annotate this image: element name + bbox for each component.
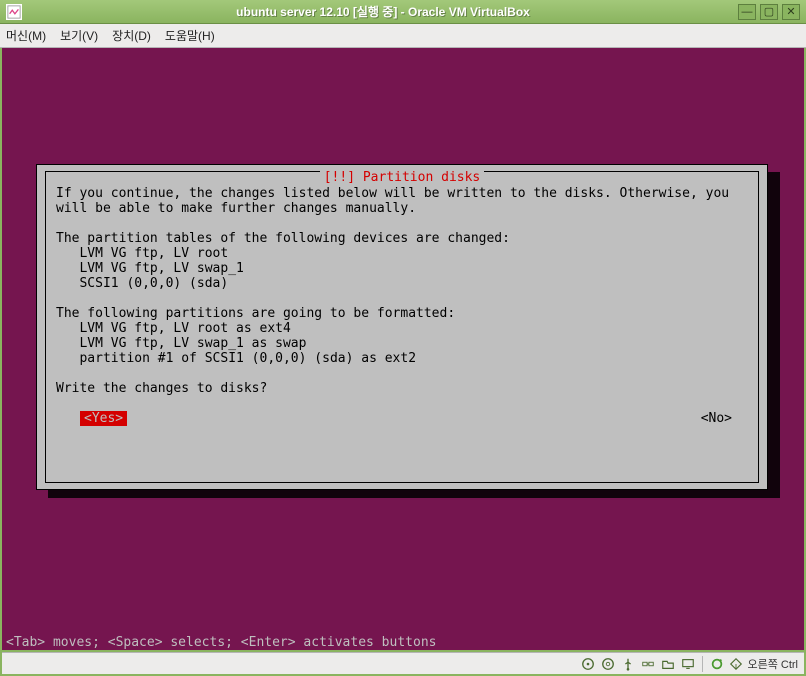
hard-disk-icon[interactable]	[580, 656, 596, 672]
host-key-label: 오른쪽 Ctrl	[747, 656, 798, 672]
partition-dialog: [!!] Partition disks If you continue, th…	[36, 164, 768, 490]
mouse-integration-icon[interactable]	[709, 656, 725, 672]
window-titlebar: ubuntu server 12.10 [실행 중] - Oracle VM V…	[0, 0, 806, 24]
menu-bar: 머신(M) 보기(V) 장치(D) 도움말(H)	[0, 24, 806, 48]
menu-devices[interactable]: 장치(D)	[112, 27, 151, 44]
formats-item-2: partition #1 of SCSI1 (0,0,0) (sda) as e…	[79, 351, 416, 366]
menu-view[interactable]: 보기(V)	[60, 27, 98, 44]
tables-item-2: SCSI1 (0,0,0) (sda)	[79, 276, 228, 291]
hint-bar: <Tab> moves; <Space> selects; <Enter> ac…	[4, 635, 802, 650]
shared-folders-icon[interactable]	[660, 656, 676, 672]
tables-heading: The partition tables of the following de…	[56, 231, 510, 246]
format-heading: The following partitions are going to be…	[56, 306, 455, 321]
optical-disk-icon[interactable]	[600, 656, 616, 672]
dialog-question: Write the changes to disks?	[56, 381, 267, 396]
formats-item-1: LVM VG ftp, LV swap_1 as swap	[79, 336, 306, 351]
tables-item-1: LVM VG ftp, LV swap_1	[79, 261, 243, 276]
menu-machine[interactable]: 머신(M)	[6, 27, 46, 44]
close-button[interactable]: ✕	[782, 4, 800, 20]
tables-item-0: LVM VG ftp, LV root	[79, 246, 228, 261]
menu-help[interactable]: 도움말(H)	[165, 27, 215, 44]
display-icon[interactable]	[680, 656, 696, 672]
host-key-indicator[interactable]: 오른쪽 Ctrl	[729, 656, 798, 672]
window-title: ubuntu server 12.10 [실행 중] - Oracle VM V…	[28, 3, 738, 20]
app-icon	[6, 4, 22, 20]
minimize-button[interactable]: —	[738, 4, 756, 20]
usb-icon[interactable]	[620, 656, 636, 672]
dialog-title: [!!] Partition disks	[320, 170, 485, 185]
option-yes[interactable]: <Yes>	[80, 411, 127, 426]
network-icon[interactable]	[640, 656, 656, 672]
maximize-button[interactable]: ▢	[760, 4, 778, 20]
dialog-body: If you continue, the changes listed belo…	[56, 186, 748, 472]
guest-screen[interactable]: [!!] Partition disks If you continue, th…	[2, 48, 804, 650]
option-no[interactable]: <No>	[701, 411, 732, 426]
formats-item-0: LVM VG ftp, LV root as ext4	[79, 321, 290, 336]
status-bar: 오른쪽 Ctrl	[2, 652, 804, 674]
dialog-para1: If you continue, the changes listed belo…	[56, 186, 737, 216]
